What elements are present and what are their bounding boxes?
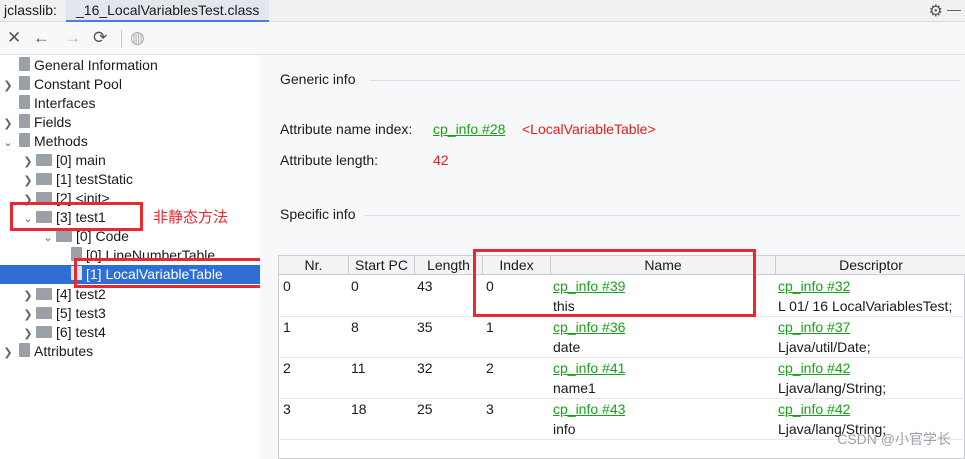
- tree-item-method-teststatic[interactable]: ❯ [1] testStatic: [20, 170, 133, 189]
- cell-name: name1: [553, 380, 596, 396]
- tree-item-constant-pool[interactable]: ❯ Constant Pool: [0, 75, 122, 94]
- cell-descriptor-link[interactable]: cp_info #42: [778, 399, 850, 419]
- tree-item-method-test4[interactable]: ❯ [6] test4: [20, 323, 105, 342]
- tree-item-attributes[interactable]: ❯ Attributes: [0, 342, 93, 361]
- toolbar-divider: [121, 30, 122, 48]
- plugin-label: jclasslib:: [4, 2, 57, 18]
- cell-descriptor-link[interactable]: cp_info #32: [778, 276, 850, 296]
- chevron-down-icon[interactable]: ⌄: [0, 134, 16, 153]
- attribute-name-index-label: Attribute name index:: [280, 121, 413, 137]
- highlight-box-local-variable-table: [74, 258, 270, 288]
- attribute-length-value: 42: [433, 152, 449, 168]
- cell-length: 32: [417, 360, 433, 376]
- column-header-descriptor[interactable]: Descriptor: [776, 256, 965, 275]
- specific-info-title: Specific info: [280, 206, 356, 222]
- tree-item-fields[interactable]: ❯ Fields: [0, 113, 71, 132]
- cell-nr: 3: [283, 401, 291, 417]
- cell-descriptor: L 01/ 16 LocalVariablesTest;: [778, 298, 953, 314]
- watermark: CSDN @小官学长: [837, 431, 951, 447]
- cell-length: 25: [417, 401, 433, 417]
- cell-name-link[interactable]: cp_info #36: [553, 317, 625, 337]
- generic-info-divider: [370, 80, 960, 81]
- cell-descriptor: Ljava/util/Date;: [778, 339, 871, 355]
- tree-item-method-test3[interactable]: ❯ [5] test3: [20, 304, 105, 323]
- gear-icon[interactable]: ⚙: [929, 1, 943, 21]
- cell-index: 2: [486, 360, 494, 376]
- tab-bar: jclasslib: _16_LocalVariablesTest.class …: [0, 0, 965, 22]
- forward-arrow-icon[interactable]: →: [64, 28, 81, 48]
- tree-item-interfaces[interactable]: Interfaces: [0, 94, 95, 113]
- generic-info-title: Generic info: [280, 71, 356, 87]
- tree-item-general-info[interactable]: General Information: [0, 56, 158, 75]
- cell-start-pc: 11: [351, 360, 366, 376]
- cell-start-pc: 0: [351, 278, 359, 294]
- highlight-box-test1: [10, 202, 143, 231]
- cell-name: info: [553, 421, 576, 437]
- cell-start-pc: 8: [351, 319, 359, 335]
- back-arrow-icon[interactable]: ←: [33, 28, 50, 48]
- cell-name: date: [553, 339, 581, 355]
- attribute-name-index-link[interactable]: cp_info #28: [433, 121, 505, 137]
- folder-icon: [36, 326, 52, 338]
- file-icon: [19, 95, 30, 109]
- tree-item-method-main[interactable]: ❯ [0] main: [20, 151, 105, 170]
- folder-icon: [56, 230, 72, 242]
- file-icon: [19, 76, 30, 90]
- cell-length: 43: [417, 278, 433, 294]
- web-icon[interactable]: ◍: [130, 28, 145, 48]
- refresh-icon[interactable]: ⟳: [93, 28, 107, 48]
- column-header-start-pc[interactable]: Start PC: [349, 256, 415, 275]
- cell-index: 1: [486, 319, 494, 335]
- cell-start-pc: 18: [351, 401, 367, 417]
- specific-info-divider: [365, 215, 960, 216]
- column-header-nr[interactable]: Nr.: [279, 256, 349, 275]
- cell-nr: 0: [283, 278, 291, 294]
- file-icon: [19, 57, 30, 71]
- file-icon: [19, 133, 30, 147]
- chevron-right-icon[interactable]: ❯: [0, 344, 16, 363]
- chevron-down-icon[interactable]: ⌄: [40, 229, 56, 248]
- tab-class-file[interactable]: _16_LocalVariablesTest.class: [66, 0, 270, 22]
- cell-nr: 1: [283, 319, 291, 335]
- cell-nr: 2: [283, 360, 291, 376]
- folder-icon: [36, 288, 52, 300]
- cell-name-link[interactable]: cp_info #43: [553, 399, 625, 419]
- cell-descriptor-link[interactable]: cp_info #37: [778, 317, 850, 337]
- class-structure-tree: General Information ❯ Constant Pool Inter…: [0, 55, 260, 459]
- annotation-label: 非静态方法: [153, 208, 229, 226]
- highlight-box-this-slot: [473, 249, 756, 317]
- toolbar: ✕ ← → ⟳ ◍: [0, 22, 965, 55]
- cell-name-link[interactable]: cp_info #41: [553, 358, 625, 378]
- attribute-name-value: <LocalVariableTable>: [522, 121, 656, 137]
- file-icon: [19, 114, 30, 128]
- cell-descriptor: Ljava/lang/String;: [778, 380, 887, 396]
- folder-icon: [36, 173, 52, 185]
- close-icon[interactable]: ✕: [7, 28, 21, 48]
- file-icon: [19, 343, 30, 357]
- folder-icon: [36, 307, 52, 319]
- tree-item-methods[interactable]: ⌄ Methods: [0, 132, 88, 151]
- cell-length: 35: [417, 319, 433, 335]
- cell-index: 3: [486, 401, 494, 417]
- attribute-length-label: Attribute length:: [280, 152, 379, 168]
- minimize-icon[interactable]: —: [947, 1, 961, 17]
- cell-descriptor-link[interactable]: cp_info #42: [778, 358, 850, 378]
- folder-icon: [36, 154, 52, 166]
